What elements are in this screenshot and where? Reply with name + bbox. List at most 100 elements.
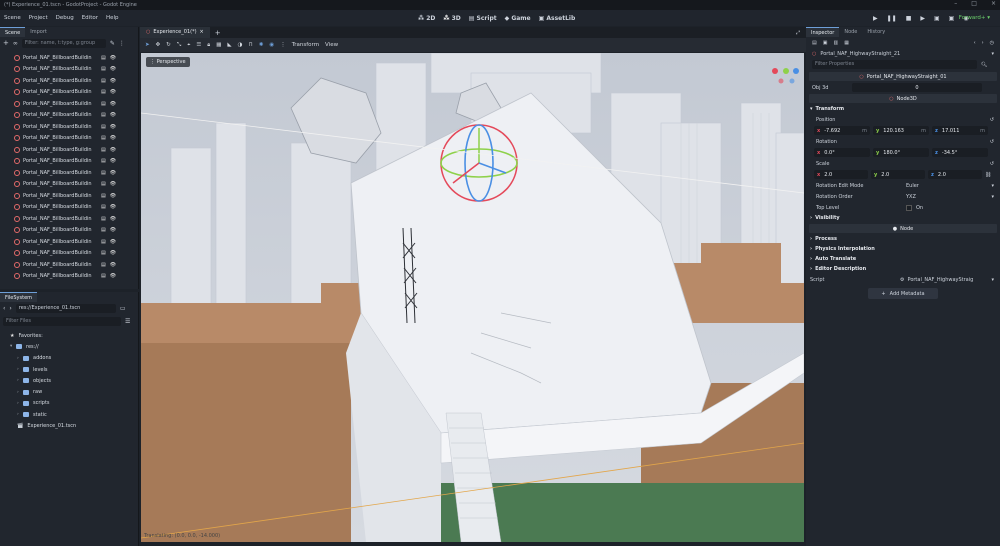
script-icon[interactable]: ▤ (101, 227, 106, 233)
3d-viewport[interactable]: ⋮ Perspective Translating: (0.0, 0.0, -1… (141, 53, 804, 542)
add-tab-button[interactable]: + (215, 29, 221, 37)
selectable-tool-icon[interactable]: ⌖ (187, 42, 190, 49)
help-icon[interactable]: ▦ (844, 40, 849, 46)
maximize-button[interactable]: □ (971, 0, 977, 10)
script-icon[interactable]: ▤ (101, 193, 106, 199)
property-filter-input[interactable]: Filter Properties (812, 60, 977, 69)
visibility-eye-icon[interactable]: 👁︎ (110, 66, 116, 72)
visibility-eye-icon[interactable]: 👁︎ (110, 250, 116, 256)
history-forward-icon[interactable]: › (982, 40, 984, 46)
script-icon[interactable]: ▤ (101, 112, 106, 118)
folder-item[interactable]: › static (10, 409, 138, 420)
minimize-button[interactable]: – (954, 0, 957, 10)
process-section[interactable]: › Process (806, 234, 1000, 244)
link-icon[interactable]: ∞ (13, 40, 18, 47)
revert-icon[interactable]: ↺ (990, 139, 994, 145)
local-space-icon[interactable]: ◑ (238, 42, 243, 48)
visibility-eye-icon[interactable]: 👁︎ (110, 135, 116, 141)
scale-y-field[interactable]: y 2.0 (871, 170, 925, 179)
rotation-z-field[interactable]: z -34.5 ° (932, 148, 988, 157)
workspace-2d[interactable]: ⁂ 2D (418, 15, 435, 22)
scene-tree-item[interactable]: Portal_NAF_BillboardBuildin ▤ 👁︎ (0, 225, 138, 237)
more-icon[interactable]: ⋮ (280, 42, 286, 48)
tab-filesystem[interactable]: FileSystem (0, 292, 38, 302)
scene-tree-item[interactable]: Portal_NAF_BillboardBuildin ▤ 👁︎ (0, 144, 138, 156)
play-custom-icon[interactable]: ▣ (949, 15, 955, 22)
menu-debug[interactable]: Debug (52, 15, 78, 21)
stop-icon[interactable]: ■ (906, 15, 912, 22)
visibility-eye-icon[interactable]: 👁︎ (110, 112, 116, 118)
position-z-field[interactable]: z 17.011 m (932, 126, 988, 135)
group-icon[interactable]: ▦ (216, 42, 221, 48)
transform-menu[interactable]: Transform (292, 42, 319, 48)
scene-tree-item[interactable]: Portal_NAF_BillboardBuildin ▤ 👁︎ (0, 52, 138, 64)
visibility-eye-icon[interactable]: 👁︎ (110, 89, 116, 95)
open-resource-icon[interactable]: ▣ (823, 40, 828, 46)
move-tool-icon[interactable]: ✥ (156, 42, 161, 48)
script-icon[interactable]: ▤ (101, 66, 106, 72)
play-scene-icon[interactable]: ▣ (934, 15, 940, 22)
script-icon[interactable]: ▤ (101, 216, 106, 222)
tab-import[interactable]: Import (25, 27, 52, 37)
folder-item[interactable]: › objects (10, 375, 138, 386)
sort-icon[interactable]: ☰ (125, 318, 130, 325)
view-menu[interactable]: View (325, 42, 338, 48)
script-icon[interactable]: ▤ (101, 250, 106, 256)
scale-x-field[interactable]: x 2.0 (814, 170, 868, 179)
visibility-eye-icon[interactable]: 👁︎ (110, 170, 116, 176)
link-icon[interactable]: ⛓︎ (985, 172, 991, 178)
scene-tree-item[interactable]: Portal_NAF_BillboardBuildin ▤ 👁︎ (0, 202, 138, 214)
visibility-eye-icon[interactable]: 👁︎ (110, 55, 116, 61)
auto-translate-section[interactable]: › Auto Translate (806, 254, 1000, 264)
transform-section[interactable]: ▾ Transform (806, 104, 1000, 114)
sun-icon[interactable]: ✺ (259, 42, 264, 48)
script-attach-icon[interactable]: ✎ (110, 40, 115, 47)
workspace-3d[interactable]: ⁂ 3D (443, 15, 460, 22)
visibility-eye-icon[interactable]: 👁︎ (110, 227, 116, 233)
script-icon[interactable]: ▤ (101, 89, 106, 95)
close-icon[interactable]: × (200, 27, 204, 38)
pause-icon[interactable]: ❚❚ (887, 15, 897, 22)
rotate-tool-icon[interactable]: ↻ (166, 42, 171, 48)
scene-tab[interactable]: ○ Experience_01(*) × (140, 27, 210, 38)
split-icon[interactable]: ▭ (120, 305, 126, 312)
position-y-field[interactable]: y 120.163 m (873, 126, 929, 135)
rotation-order-select[interactable]: YXZ (906, 194, 991, 200)
scene-tree-item[interactable]: Portal_NAF_BillboardBuildin ▤ 👁︎ (0, 156, 138, 168)
revert-icon[interactable]: ↺ (990, 117, 994, 123)
scene-tree-item[interactable]: Portal_NAF_BillboardBuildin ▤ 👁︎ (0, 271, 138, 282)
scene-tree-item[interactable]: Portal_NAF_BillboardBuildin ▤ 👁︎ (0, 110, 138, 122)
workspace-game[interactable]: ◆ Game (505, 15, 531, 22)
folder-item[interactable]: › raw (10, 386, 138, 397)
script-icon[interactable]: ▤ (101, 262, 106, 268)
snap-icon[interactable]: ⊓ (248, 42, 252, 48)
scene-tree-item[interactable]: Portal_NAF_BillboardBuildin ▤ 👁︎ (0, 133, 138, 145)
play-icon[interactable]: ▶ (873, 15, 878, 22)
search-icon[interactable]: 🔍︎ (981, 62, 987, 68)
scene-tree-item[interactable]: Portal_NAF_BillboardBuildin ▤ 👁︎ (0, 121, 138, 133)
revert-icon[interactable]: ↺ (990, 161, 994, 167)
script-icon[interactable]: ▤ (101, 181, 106, 187)
workspace-script[interactable]: ▤ Script (469, 15, 497, 22)
script-icon[interactable]: ▤ (101, 239, 106, 245)
position-x-field[interactable]: x -7.692 m (814, 126, 870, 135)
workspace-assetlib[interactable]: ▣ AssetLib (539, 15, 576, 22)
add-node-icon[interactable]: + (3, 39, 9, 47)
scene-tree-item[interactable]: Portal_NAF_BillboardBuildin ▤ 👁︎ (0, 236, 138, 248)
history-back-icon[interactable]: ‹ (974, 40, 976, 46)
script-icon[interactable]: ▤ (101, 273, 106, 279)
visibility-eye-icon[interactable]: 👁︎ (110, 204, 116, 210)
visibility-eye-icon[interactable]: 👁︎ (110, 193, 116, 199)
close-button[interactable]: × (991, 0, 996, 10)
perspective-menu[interactable]: ⋮ Perspective (146, 57, 190, 67)
list-select-icon[interactable]: ☰ (196, 42, 201, 48)
scale-tool-icon[interactable]: ⤡ (177, 42, 181, 49)
script-icon[interactable]: ▤ (101, 124, 106, 130)
obj3d-field[interactable]: 0 (852, 83, 982, 92)
visibility-eye-icon[interactable]: 👁︎ (110, 147, 116, 153)
script-icon[interactable]: ▤ (101, 55, 106, 61)
renderer-selector[interactable]: Forward+ ▾ (959, 10, 990, 26)
filesystem-filter-input[interactable]: Filter Files (3, 317, 121, 326)
folder-item[interactable]: › addons (10, 353, 138, 364)
scene-tree-item[interactable]: Portal_NAF_BillboardBuildin ▤ 👁︎ (0, 87, 138, 99)
